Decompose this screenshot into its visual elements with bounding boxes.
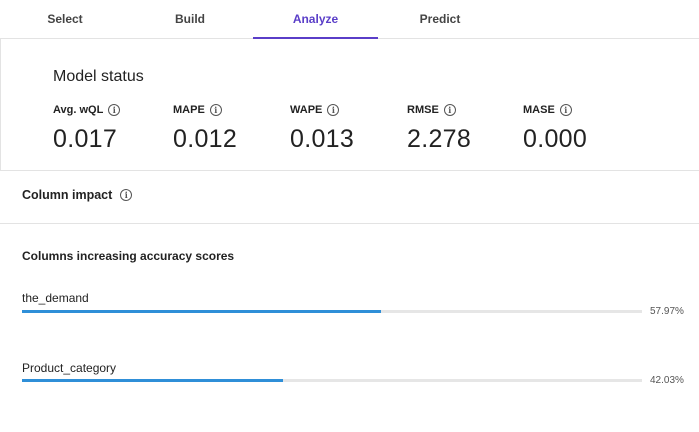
- metric-value: 0.012: [173, 125, 238, 153]
- tab-select[interactable]: Select: [20, 0, 110, 39]
- metric-label: MASE: [523, 104, 555, 116]
- metric-value: 0.017: [53, 125, 118, 153]
- metric-label: Avg. wQL: [53, 104, 104, 116]
- tab-analyze[interactable]: Analyze: [253, 0, 378, 39]
- metric-avg-wql: Avg. wQL i 0.017: [53, 102, 121, 154]
- metric-label: MAPE: [173, 104, 205, 116]
- impact-bar-track: [22, 310, 642, 313]
- metric-value: 0.013: [290, 125, 355, 153]
- tab-bar: Select Build Analyze Predict: [0, 0, 699, 39]
- info-icon[interactable]: i: [120, 189, 133, 201]
- tab-predict[interactable]: Predict: [395, 0, 485, 39]
- metric-value: 2.278: [407, 125, 472, 153]
- info-icon[interactable]: i: [327, 104, 340, 116]
- info-icon[interactable]: i: [559, 104, 572, 116]
- metric-wape: WAPE i 0.013: [290, 102, 354, 154]
- impact-percent: 57.97%: [650, 306, 684, 317]
- accuracy-section-title: Columns increasing accuracy scores: [22, 249, 235, 263]
- info-icon[interactable]: i: [209, 104, 222, 116]
- impact-bar-fill: [22, 379, 283, 382]
- tab-build[interactable]: Build: [145, 0, 235, 39]
- metric-mape: MAPE i 0.012: [173, 102, 237, 154]
- info-icon[interactable]: i: [443, 104, 456, 116]
- column-impact-title: Column impact: [22, 188, 113, 202]
- impact-percent: 42.03%: [650, 375, 684, 386]
- model-status-panel: Model status Avg. wQL i 0.017 MAPE i 0.012…: [0, 39, 699, 171]
- metric-label: WAPE: [290, 104, 323, 116]
- metric-value: 0.000: [523, 125, 588, 153]
- impact-bar-track: [22, 379, 642, 382]
- column-name: the_demand: [22, 291, 89, 305]
- metric-rmse: RMSE i 2.278: [407, 102, 471, 154]
- column-name: Product_category: [22, 361, 117, 375]
- model-status-title: Model status: [53, 68, 144, 85]
- column-impact-section: Column impact i: [0, 171, 699, 224]
- metric-mase: MASE i 0.000: [523, 102, 587, 154]
- info-icon[interactable]: i: [108, 104, 121, 116]
- metric-label: RMSE: [407, 104, 439, 116]
- impact-bar-fill: [22, 310, 382, 313]
